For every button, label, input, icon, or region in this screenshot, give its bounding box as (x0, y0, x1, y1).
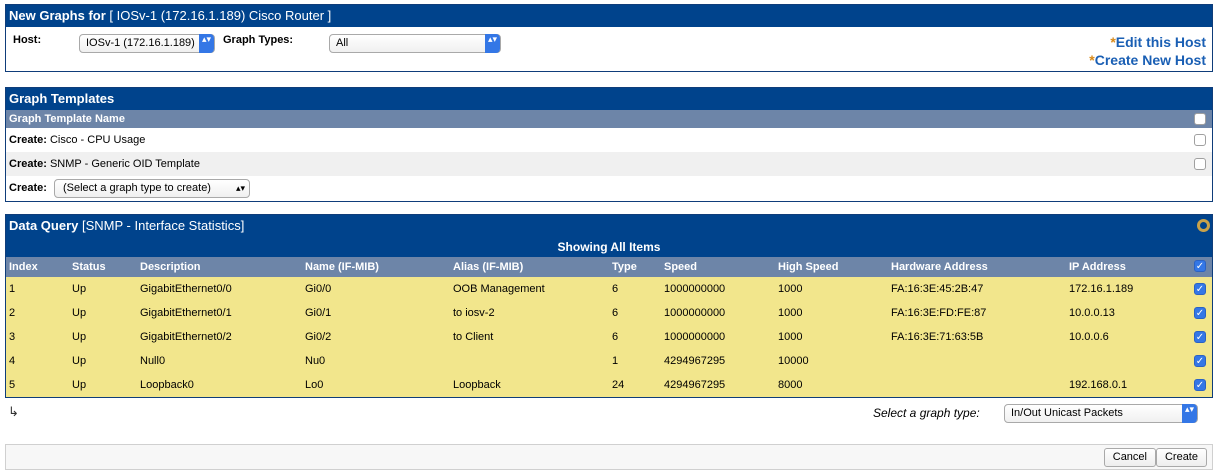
row-checkbox[interactable]: ✓ (1194, 307, 1206, 319)
col-name[interactable]: Name (IF-MIB) (305, 257, 379, 277)
row-checkbox[interactable]: ✓ (1194, 379, 1206, 391)
template-create-row: Create: (Select a graph type to create) … (6, 176, 1212, 200)
col-alias[interactable]: Alias (IF-MIB) (453, 257, 523, 277)
template-checkbox[interactable] (1194, 134, 1206, 146)
select-graph-type-label: Select a graph type: (873, 406, 980, 420)
templates-select-all-checkbox[interactable] (1194, 113, 1206, 125)
corner-arrow-icon: ↳ (8, 404, 19, 419)
col-index[interactable]: Index (9, 257, 38, 277)
select-arrow-icon: ▴▾ (1182, 404, 1197, 423)
graph-templates-panel: Graph Templates Graph Template Name Crea… (5, 87, 1213, 202)
showing-all-items: Showing All Items (6, 237, 1212, 257)
col-speed[interactable]: Speed (664, 257, 697, 277)
data-query-title: Data Query [SNMP - Interface Statistics] (6, 215, 1212, 237)
template-row: Create: SNMP - Generic OID Template (6, 152, 1212, 176)
table-row[interactable]: 3 Up GigabitEthernet0/2 Gi0/2 to Client … (6, 325, 1212, 349)
host-panel: New Graphs for [ IOSv-1 (172.16.1.189) C… (5, 4, 1213, 72)
host-panel-title: New Graphs for [ IOSv-1 (172.16.1.189) C… (6, 5, 1212, 27)
graph-types-label: Graph Types: (223, 34, 294, 46)
data-query-select-all-checkbox[interactable]: ✓ (1194, 260, 1206, 272)
select-arrow-icon: ▴▾ (485, 34, 500, 53)
row-checkbox[interactable]: ✓ (1194, 355, 1206, 367)
table-row[interactable]: 4 Up Null0 Nu0 1 4294967295 10000 ✓ (6, 349, 1212, 373)
gear-icon[interactable] (1197, 219, 1210, 232)
template-checkbox[interactable] (1194, 158, 1206, 170)
data-query-header: Index Status Description Name (IF-MIB) A… (6, 257, 1212, 277)
edit-host-link[interactable]: *Edit this Host (1110, 34, 1206, 50)
col-hardware-address[interactable]: Hardware Address (891, 257, 988, 277)
graph-type-select[interactable]: In/Out Unicast Packets ▴▾ (1004, 404, 1198, 423)
create-button[interactable]: Create (1155, 448, 1207, 467)
graph-types-select[interactable]: All ▴▾ (329, 34, 501, 53)
template-row: Create: Cisco - CPU Usage (6, 128, 1212, 152)
col-ip-address[interactable]: IP Address (1069, 257, 1126, 277)
select-arrow-icon: ▴▾ (199, 34, 214, 53)
row-checkbox[interactable]: ✓ (1194, 283, 1206, 295)
templates-header: Graph Template Name (6, 110, 1212, 128)
host-select[interactable]: IOSv-1 (172.16.1.189) ▴▾ (79, 34, 215, 53)
data-query-panel: Data Query [SNMP - Interface Statistics]… (5, 214, 1213, 398)
row-checkbox[interactable]: ✓ (1194, 331, 1206, 343)
host-label: Host: (13, 34, 42, 46)
footer-panel: Cancel Create (5, 444, 1213, 470)
graph-templates-title: Graph Templates (6, 88, 1212, 110)
create-host-link[interactable]: *Create New Host (1089, 52, 1206, 68)
col-high-speed[interactable]: High Speed (778, 257, 839, 277)
table-row[interactable]: 2 Up GigabitEthernet0/1 Gi0/1 to iosv-2 … (6, 301, 1212, 325)
template-create-select[interactable]: (Select a graph type to create) ▴▾ (54, 179, 250, 198)
table-row[interactable]: 5 Up Loopback0 Lo0 Loopback 24 429496729… (6, 373, 1212, 397)
col-type[interactable]: Type (612, 257, 637, 277)
cancel-button[interactable]: Cancel (1103, 448, 1156, 467)
col-status[interactable]: Status (72, 257, 106, 277)
col-description[interactable]: Description (140, 257, 201, 277)
select-arrow-icon: ▴▾ (235, 183, 245, 193)
table-row[interactable]: 1 Up GigabitEthernet0/0 Gi0/0 OOB Manage… (6, 277, 1212, 301)
